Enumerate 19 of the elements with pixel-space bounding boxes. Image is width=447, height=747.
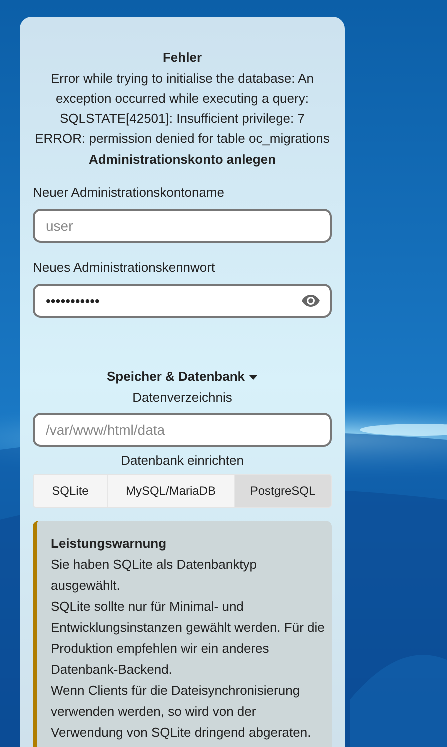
input-field[interactable]: user [33, 209, 332, 243]
database-tab[interactable]: PostgreSQL [234, 475, 331, 507]
password-field[interactable]: ••••••••••• [33, 284, 332, 318]
section-heading: Administrationskonto anlegen [88, 151, 278, 169]
error-title: Fehler [162, 49, 203, 67]
input-field[interactable]: /var/www/html/data [33, 413, 332, 447]
field-label: Datenbank einrichten [120, 452, 245, 470]
warning-text: SQLite sollte nur für Minimal- und Entwicklungsinstanzen gewählt werden. Für die Produktion empfehlen wir ein anderes Datenbank-Backend. [51, 598, 326, 679]
error-message: Error while trying to initialise the database: An exception occurred while executing a query: SQLSTATE[42501]: Insufficient privilege: 7 ERROR: permission denied for table oc_migrations [34, 70, 331, 148]
field-label: Neuer Administrationskontoname [33, 184, 226, 202]
database-tab[interactable]: SQLite [34, 475, 107, 507]
field-label: Datenverzeichnis [132, 389, 234, 407]
warning-text: Wenn Clients für die Dateisynchronisierung verwenden werden, so wird von der Verwendung von SQLite dringend abgeraten. [51, 682, 312, 742]
storage-toggle[interactable]: Speicher & Datenbank [107, 368, 258, 386]
database-tab[interactable]: MySQL/MariaDB [107, 475, 234, 507]
eye-icon[interactable] [302, 295, 320, 307]
warning-text: Sie haben SQLite als Datenbanktyp ausgewählt. [51, 556, 258, 595]
field-label: Neues Administrationskennwort [33, 259, 216, 277]
warning-title: Leistungswarnung [51, 535, 168, 553]
